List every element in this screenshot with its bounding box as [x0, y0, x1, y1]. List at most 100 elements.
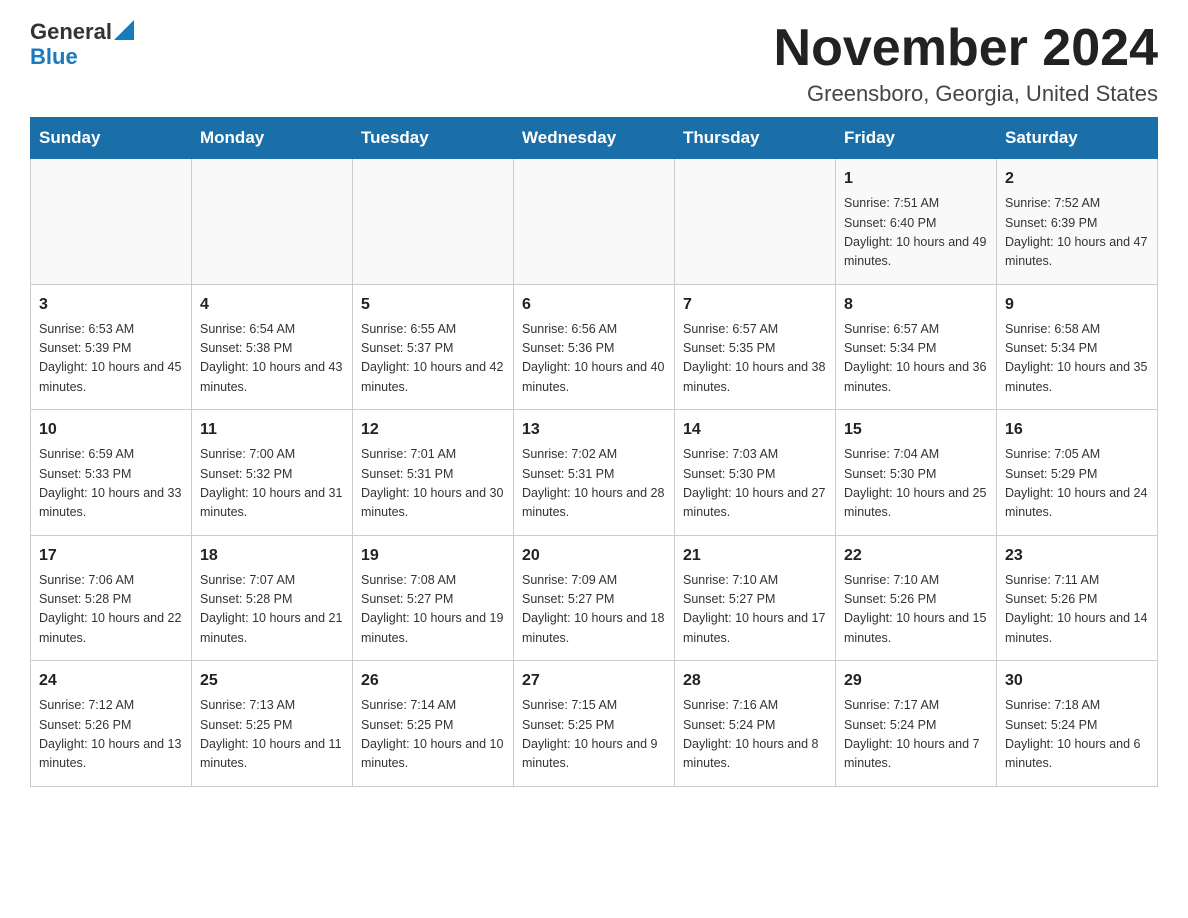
- day-info: Sunrise: 7:02 AMSunset: 5:31 PMDaylight:…: [522, 445, 666, 523]
- calendar-week-row: 10 Sunrise: 6:59 AMSunset: 5:33 PMDayligh…: [31, 410, 1158, 536]
- calendar-cell: 1 Sunrise: 7:51 AMSunset: 6:40 PMDaylight…: [836, 159, 997, 285]
- day-number: 19: [361, 544, 505, 568]
- day-number: 10: [39, 418, 183, 442]
- day-info: Sunrise: 7:12 AMSunset: 5:26 PMDaylight:…: [39, 696, 183, 774]
- calendar-cell: 22 Sunrise: 7:10 AMSunset: 5:26 PMDayligh…: [836, 535, 997, 661]
- day-number: 26: [361, 669, 505, 693]
- calendar-cell: 5 Sunrise: 6:55 AMSunset: 5:37 PMDaylight…: [353, 284, 514, 410]
- day-number: 15: [844, 418, 988, 442]
- day-info: Sunrise: 7:05 AMSunset: 5:29 PMDaylight:…: [1005, 445, 1149, 523]
- calendar-header: Sunday Monday Tuesday Wednesday Thursday…: [31, 118, 1158, 159]
- calendar-cell: 6Sunrise: 6:56 AMSunset: 5:36 PMDaylight…: [514, 284, 675, 410]
- day-info: Sunrise: 7:51 AMSunset: 6:40 PMDaylight:…: [844, 194, 988, 272]
- day-info: Sunrise: 7:10 AMSunset: 5:27 PMDaylight:…: [683, 571, 827, 649]
- day-number: 3: [39, 293, 183, 317]
- logo: General Blue: [30, 20, 134, 69]
- header-saturday: Saturday: [997, 118, 1158, 159]
- day-info: Sunrise: 7:10 AMSunset: 5:26 PMDaylight:…: [844, 571, 988, 649]
- day-number: 14: [683, 418, 827, 442]
- calendar-cell: 29 Sunrise: 7:17 AMSunset: 5:24 PMDayligh…: [836, 661, 997, 787]
- calendar-cell: 23 Sunrise: 7:11 AMSunset: 5:26 PMDayligh…: [997, 535, 1158, 661]
- day-number: 9: [1005, 293, 1149, 317]
- calendar-cell: 27Sunrise: 7:15 AMSunset: 5:25 PMDayligh…: [514, 661, 675, 787]
- logo-triangle-icon: [114, 20, 134, 40]
- calendar-cell: 24 Sunrise: 7:12 AMSunset: 5:26 PMDayligh…: [31, 661, 192, 787]
- calendar-week-row: 1 Sunrise: 7:51 AMSunset: 6:40 PMDaylight…: [31, 159, 1158, 285]
- day-info: Sunrise: 7:03 AMSunset: 5:30 PMDaylight:…: [683, 445, 827, 523]
- calendar-cell: 8 Sunrise: 6:57 AMSunset: 5:34 PMDaylight…: [836, 284, 997, 410]
- day-info: Sunrise: 6:57 AMSunset: 5:35 PMDaylight:…: [683, 320, 827, 398]
- day-number: 8: [844, 293, 988, 317]
- calendar-cell: 13 Sunrise: 7:02 AMSunset: 5:31 PMDayligh…: [514, 410, 675, 536]
- day-info: Sunrise: 7:09 AMSunset: 5:27 PMDaylight:…: [522, 571, 666, 649]
- day-number: 11: [200, 418, 344, 442]
- day-info: Sunrise: 7:04 AMSunset: 5:30 PMDaylight:…: [844, 445, 988, 523]
- day-number: 16: [1005, 418, 1149, 442]
- day-number: 21: [683, 544, 827, 568]
- day-number: 4: [200, 293, 344, 317]
- calendar-cell: [514, 159, 675, 285]
- day-number: 7: [683, 293, 827, 317]
- day-number: 1: [844, 167, 988, 191]
- day-info: Sunrise: 6:55 AMSunset: 5:37 PMDaylight:…: [361, 320, 505, 398]
- day-info: Sunrise: 7:16 AMSunset: 5:24 PMDaylight:…: [683, 696, 827, 774]
- calendar-subtitle: Greensboro, Georgia, United States: [774, 81, 1158, 107]
- header-thursday: Thursday: [675, 118, 836, 159]
- calendar-week-row: 3 Sunrise: 6:53 AMSunset: 5:39 PMDaylight…: [31, 284, 1158, 410]
- logo-general-text: General: [30, 20, 112, 44]
- header-row: Sunday Monday Tuesday Wednesday Thursday…: [31, 118, 1158, 159]
- calendar-cell: 14 Sunrise: 7:03 AMSunset: 5:30 PMDayligh…: [675, 410, 836, 536]
- calendar-cell: 7 Sunrise: 6:57 AMSunset: 5:35 PMDaylight…: [675, 284, 836, 410]
- calendar-cell: 16 Sunrise: 7:05 AMSunset: 5:29 PMDayligh…: [997, 410, 1158, 536]
- day-number: 20: [522, 544, 666, 568]
- day-info: Sunrise: 7:11 AMSunset: 5:26 PMDaylight:…: [1005, 571, 1149, 649]
- day-info: Sunrise: 6:58 AMSunset: 5:34 PMDaylight:…: [1005, 320, 1149, 398]
- day-number: 18: [200, 544, 344, 568]
- day-info: Sunrise: 6:53 AMSunset: 5:39 PMDaylight:…: [39, 320, 183, 398]
- day-number: 22: [844, 544, 988, 568]
- calendar-cell: 28 Sunrise: 7:16 AMSunset: 5:24 PMDayligh…: [675, 661, 836, 787]
- calendar-cell: [675, 159, 836, 285]
- calendar-cell: 10 Sunrise: 6:59 AMSunset: 5:33 PMDayligh…: [31, 410, 192, 536]
- day-info: Sunrise: 6:59 AMSunset: 5:33 PMDaylight:…: [39, 445, 183, 523]
- day-info: Sunrise: 6:56 AMSunset: 5:36 PMDaylight:…: [522, 320, 666, 398]
- day-info: Sunrise: 7:13 AMSunset: 5:25 PMDaylight:…: [200, 696, 344, 774]
- day-info: Sunrise: 7:01 AMSunset: 5:31 PMDaylight:…: [361, 445, 505, 523]
- calendar-table: Sunday Monday Tuesday Wednesday Thursday…: [30, 117, 1158, 787]
- day-info: Sunrise: 7:06 AMSunset: 5:28 PMDaylight:…: [39, 571, 183, 649]
- title-section: November 2024 Greensboro, Georgia, Unite…: [774, 20, 1158, 107]
- calendar-cell: [31, 159, 192, 285]
- day-info: Sunrise: 6:57 AMSunset: 5:34 PMDaylight:…: [844, 320, 988, 398]
- calendar-week-row: 24 Sunrise: 7:12 AMSunset: 5:26 PMDayligh…: [31, 661, 1158, 787]
- day-number: 24: [39, 669, 183, 693]
- header-wednesday: Wednesday: [514, 118, 675, 159]
- calendar-cell: 19Sunrise: 7:08 AMSunset: 5:27 PMDayligh…: [353, 535, 514, 661]
- header-tuesday: Tuesday: [353, 118, 514, 159]
- header-friday: Friday: [836, 118, 997, 159]
- calendar-cell: 18Sunrise: 7:07 AMSunset: 5:28 PMDayligh…: [192, 535, 353, 661]
- calendar-cell: [192, 159, 353, 285]
- header-monday: Monday: [192, 118, 353, 159]
- calendar-title: November 2024: [774, 20, 1158, 77]
- day-number: 5: [361, 293, 505, 317]
- calendar-cell: 30Sunrise: 7:18 AMSunset: 5:24 PMDayligh…: [997, 661, 1158, 787]
- day-number: 23: [1005, 544, 1149, 568]
- logo-blue-text: Blue: [30, 45, 78, 69]
- day-info: Sunrise: 7:18 AMSunset: 5:24 PMDaylight:…: [1005, 696, 1149, 774]
- calendar-cell: 26 Sunrise: 7:14 AMSunset: 5:25 PMDayligh…: [353, 661, 514, 787]
- day-number: 2: [1005, 167, 1149, 191]
- calendar-cell: 15 Sunrise: 7:04 AMSunset: 5:30 PMDayligh…: [836, 410, 997, 536]
- calendar-cell: 11Sunrise: 7:00 AMSunset: 5:32 PMDayligh…: [192, 410, 353, 536]
- day-info: Sunrise: 7:14 AMSunset: 5:25 PMDaylight:…: [361, 696, 505, 774]
- page-header: General Blue November 2024 Greensboro, G…: [30, 20, 1158, 107]
- day-number: 27: [522, 669, 666, 693]
- calendar-cell: 25Sunrise: 7:13 AMSunset: 5:25 PMDayligh…: [192, 661, 353, 787]
- calendar-cell: 17Sunrise: 7:06 AMSunset: 5:28 PMDayligh…: [31, 535, 192, 661]
- day-info: Sunrise: 7:17 AMSunset: 5:24 PMDaylight:…: [844, 696, 988, 774]
- calendar-cell: 3 Sunrise: 6:53 AMSunset: 5:39 PMDaylight…: [31, 284, 192, 410]
- day-number: 29: [844, 669, 988, 693]
- calendar-cell: 21 Sunrise: 7:10 AMSunset: 5:27 PMDayligh…: [675, 535, 836, 661]
- day-number: 13: [522, 418, 666, 442]
- day-number: 12: [361, 418, 505, 442]
- day-number: 28: [683, 669, 827, 693]
